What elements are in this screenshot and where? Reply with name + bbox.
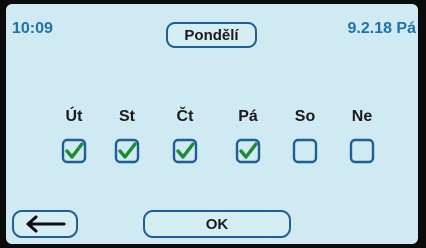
- day-label: Pá: [238, 108, 258, 125]
- checkbox-box: [292, 138, 318, 164]
- day-select-label: Pondělí: [184, 26, 239, 44]
- day-checkbox[interactable]: [349, 138, 375, 164]
- day-checkbox[interactable]: [292, 138, 318, 164]
- day-checkbox[interactable]: [114, 138, 140, 164]
- day-column-so: So: [285, 108, 325, 164]
- checkmark-icon: [176, 142, 195, 159]
- day-label: Čt: [176, 108, 194, 125]
- day-checkbox[interactable]: [172, 138, 198, 164]
- day-label: So: [294, 108, 316, 125]
- ok-label: OK: [205, 215, 229, 233]
- day-column-pa: Pá: [228, 108, 268, 164]
- day-column-ct: Čt: [165, 108, 205, 164]
- ok-button[interactable]: OK: [143, 210, 291, 238]
- checkbox-box: [349, 138, 375, 164]
- day-label: Út: [65, 108, 83, 125]
- day-label: St: [119, 108, 135, 125]
- thermostat-screen: 10:09 Pondělí 9.2.18 Pá Út St Čt Pá So N…: [6, 4, 418, 244]
- back-arrow-icon: [26, 215, 66, 233]
- clock-time: 10:09: [12, 20, 53, 37]
- day-checkbox[interactable]: [235, 138, 261, 164]
- current-date: 9.2.18 Pá: [347, 20, 417, 37]
- day-column-ne: Ne: [342, 108, 382, 164]
- day-column-st: St: [107, 108, 147, 164]
- checkmark-icon: [65, 142, 84, 159]
- day-select-button[interactable]: Pondělí: [166, 22, 257, 48]
- day-column-ut: Út: [54, 108, 94, 164]
- checkmark-icon: [239, 142, 258, 159]
- day-checkbox[interactable]: [61, 138, 87, 164]
- back-button[interactable]: [12, 210, 78, 238]
- day-label: Ne: [351, 108, 373, 125]
- checkmark-icon: [118, 142, 137, 159]
